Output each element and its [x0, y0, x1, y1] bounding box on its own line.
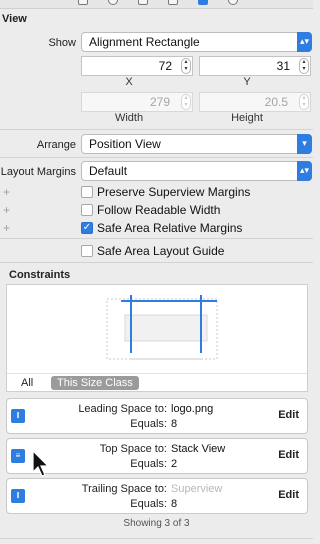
layout-margins-value: Default — [89, 164, 128, 178]
edit-button[interactable]: Edit — [278, 489, 299, 501]
constraint-target: Stack View — [171, 443, 226, 455]
width-label: Width — [114, 112, 144, 124]
popup-arrows-icon: ▴▾ — [297, 32, 312, 52]
constraint-label: Trailing Space to: — [81, 483, 167, 495]
show-label: Show — [48, 37, 76, 49]
plus-icon[interactable]: + — [3, 221, 10, 235]
y-label: Y — [243, 76, 251, 88]
divider — [0, 538, 313, 539]
x-value: 72 — [158, 59, 172, 73]
show-popup[interactable]: Alignment Rectangle ▴▾ — [81, 32, 312, 52]
equals-value: 8 — [171, 418, 178, 430]
equals-label: Equals: — [130, 458, 167, 470]
identity-icon[interactable] — [138, 0, 148, 5]
layout-margins-popup[interactable]: Default ▴▾ — [81, 161, 312, 181]
popup-arrows-icon: ▴▾ — [297, 161, 312, 181]
show-popup-value: Alignment Rectangle — [89, 35, 200, 49]
view-section-title: View — [2, 13, 27, 25]
constraints-section-title: Constraints — [9, 269, 71, 281]
divider — [0, 157, 313, 158]
constraint-view-diagram — [106, 295, 218, 360]
filter-all-button[interactable]: All — [21, 377, 33, 389]
constraint-card-leading[interactable]: ‖ Leading Space to: logo.png Equals: 8 E… — [6, 398, 308, 434]
ruler-icon[interactable] — [198, 0, 208, 5]
constraints-count: Showing 3 of 3 — [123, 518, 190, 529]
height-value: 20.5 — [264, 95, 288, 109]
width-stepper: ▴ ▾ — [181, 94, 191, 110]
x-label: X — [125, 76, 133, 88]
constraint-card-top[interactable]: ≡ Top Space to: Stack View Equals: 2 Edi… — [6, 438, 308, 474]
safe-area-relative-margins-checkbox[interactable]: ✓ — [81, 222, 93, 234]
height-stepper: ▴ ▾ — [299, 94, 309, 110]
preserve-superview-margins-label: Preserve Superview Margins — [97, 185, 251, 199]
layout-margins-label: Layout Margins — [0, 166, 76, 178]
equals-value: 8 — [171, 498, 178, 510]
arrange-popup-value: Position View — [89, 137, 161, 151]
x-stepper[interactable]: ▴ ▾ — [181, 58, 191, 74]
y-field[interactable]: 31 — [199, 56, 311, 76]
equals-label: Equals: — [130, 498, 167, 510]
edit-button[interactable]: Edit — [278, 449, 299, 461]
mouse-cursor-icon — [32, 450, 50, 477]
x-field[interactable]: 72 — [81, 56, 193, 76]
leading-space-icon: ‖ — [11, 409, 25, 423]
filter-size-class-button[interactable]: This Size Class — [51, 376, 139, 390]
divider — [7, 373, 307, 374]
view-box — [124, 314, 208, 342]
safe-area-layout-guide-checkbox[interactable] — [81, 245, 93, 257]
constraint-label: Top Space to: — [99, 443, 167, 455]
top-space-icon: ≡ — [11, 449, 25, 463]
edit-button[interactable]: Edit — [278, 409, 299, 421]
width-value: 279 — [149, 95, 170, 109]
inspector-toolbar — [0, 0, 313, 9]
help-icon[interactable] — [168, 0, 178, 5]
arrange-label: Arrange — [36, 139, 76, 151]
equals-value: 2 — [171, 458, 178, 470]
y-stepper[interactable]: ▴ ▾ — [299, 58, 309, 74]
plus-icon[interactable]: + — [3, 185, 10, 199]
connections-icon[interactable] — [228, 0, 238, 5]
equals-label: Equals: — [130, 418, 167, 430]
trailing-space-icon: ‖ — [11, 489, 25, 503]
file-icon[interactable] — [78, 0, 88, 5]
chevron-down-icon: ▾ — [297, 134, 312, 154]
plus-icon[interactable]: + — [3, 203, 10, 217]
y-value: 31 — [276, 59, 290, 73]
preserve-superview-margins-checkbox[interactable] — [81, 186, 93, 198]
divider — [0, 238, 313, 239]
height-label: Height — [231, 112, 263, 124]
constraint-target: Superview — [171, 483, 223, 495]
follow-readable-width-checkbox[interactable] — [81, 204, 93, 216]
divider — [0, 129, 313, 130]
follow-readable-width-label: Follow Readable Width — [97, 203, 221, 217]
arrange-popup[interactable]: Position View ▾ — [81, 134, 312, 154]
safe-area-layout-guide-label: Safe Area Layout Guide — [97, 244, 225, 258]
constraint-card-trailing[interactable]: ‖ Trailing Space to: Superview Equals: 8… — [6, 478, 308, 514]
constraint-label: Leading Space to: — [78, 403, 167, 415]
constraints-diagram: All This Size Class — [6, 284, 308, 392]
width-field: 279 — [81, 92, 193, 112]
safe-area-relative-margins-label: Safe Area Relative Margins — [97, 221, 243, 235]
height-field: 20.5 — [199, 92, 311, 112]
constraint-target: logo.png — [171, 403, 214, 415]
clock-icon[interactable] — [108, 0, 118, 5]
divider — [0, 262, 313, 263]
